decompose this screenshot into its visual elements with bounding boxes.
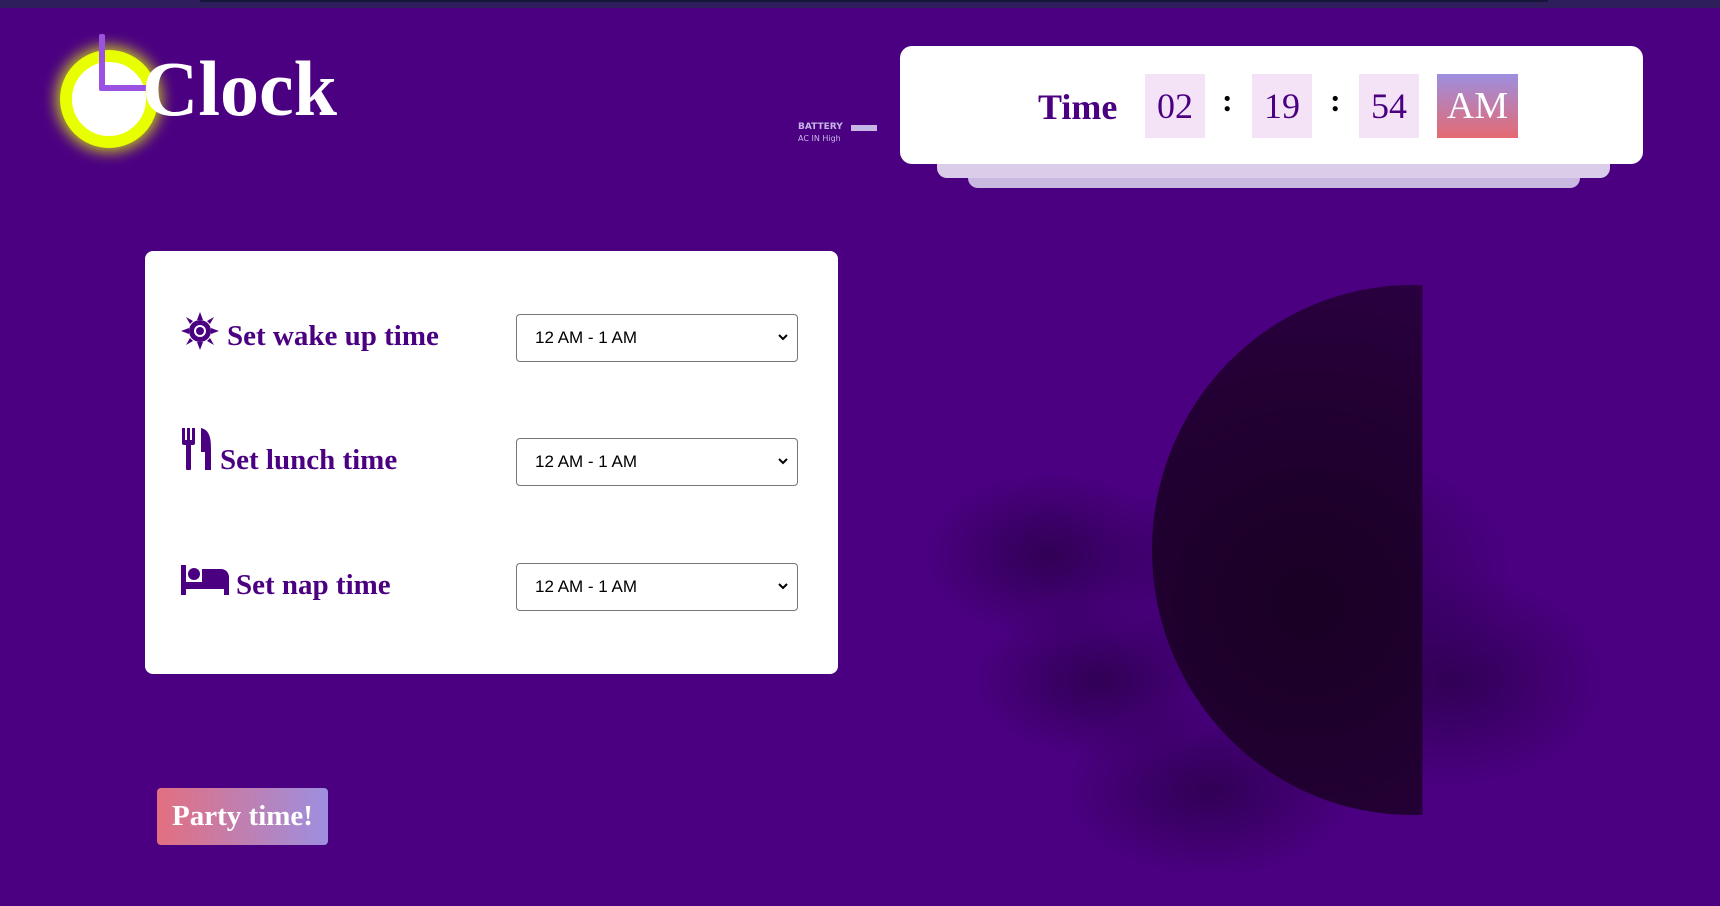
- chevron-down-icon: [778, 458, 788, 465]
- sun-icon: [181, 312, 219, 350]
- settings-card: Set wake up time 12 AM - 1 AM Set lunch …: [145, 251, 838, 674]
- colon-separator: :: [1330, 82, 1341, 118]
- wake-row: Set wake up time 12 AM - 1 AM: [145, 312, 838, 374]
- nap-time-value: 12 AM - 1 AM: [535, 577, 638, 596]
- lunch-time-value: 12 AM - 1 AM: [535, 452, 638, 471]
- hours-box: 02: [1145, 74, 1205, 138]
- colon-separator: :: [1222, 82, 1233, 118]
- top-strip: [0, 0, 1720, 8]
- battery-status: AC IN High: [798, 134, 841, 143]
- moon-shape: [1152, 285, 1423, 815]
- minutes-box: 19: [1252, 74, 1312, 138]
- clock-display: Time 02 : 19 : 54 AM: [900, 74, 1643, 138]
- party-time-button[interactable]: Party time!: [157, 788, 328, 845]
- lunch-time-select[interactable]: 12 AM - 1 AM: [516, 438, 798, 486]
- wake-time-select[interactable]: 12 AM - 1 AM: [516, 314, 798, 362]
- nap-label: Set nap time: [236, 569, 391, 601]
- time-label: Time: [1038, 87, 1118, 127]
- battery-level-bar: [851, 125, 877, 131]
- utensils-icon: [182, 428, 211, 470]
- wake-time-value: 12 AM - 1 AM: [535, 328, 638, 347]
- nap-row: Set nap time 12 AM - 1 AM: [145, 563, 838, 623]
- nap-time-select[interactable]: 12 AM - 1 AM: [516, 563, 798, 611]
- chevron-down-icon: [778, 334, 788, 341]
- battery-label: BATTERY: [798, 122, 843, 132]
- bed-icon: [181, 565, 229, 595]
- logo-text: Clock: [142, 45, 337, 132]
- seconds-box: 54: [1359, 74, 1419, 138]
- lunch-label: Set lunch time: [220, 444, 398, 476]
- logo-hand-vertical: [99, 34, 105, 90]
- moon-illustration: [910, 270, 1630, 890]
- top-bar: [200, 0, 1548, 2]
- wake-label: Set wake up time: [227, 320, 439, 352]
- clock-card: Time 02 : 19 : 54 AM: [900, 46, 1643, 164]
- period-box: AM: [1437, 74, 1518, 138]
- chevron-down-icon: [778, 583, 788, 590]
- lunch-row: Set lunch time 12 AM - 1 AM: [145, 428, 838, 498]
